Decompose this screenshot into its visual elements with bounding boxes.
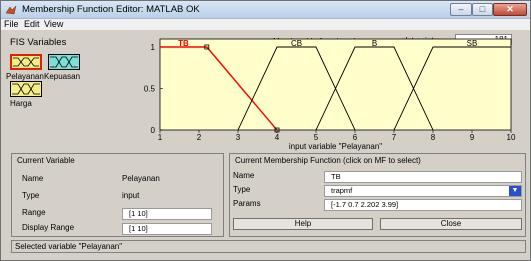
current-variable-panel: Current Variable Name Pelayanan Type inp… [11, 153, 224, 237]
x-tick-label: 9 [470, 133, 475, 142]
display-range-label: Display Range [22, 223, 75, 232]
x-tick-label: 2 [197, 133, 202, 142]
mf-name-input[interactable]: TB [324, 171, 522, 183]
help-button[interactable]: Help [233, 218, 373, 230]
close-button[interactable]: Close [380, 218, 522, 230]
membership-function-plot[interactable]: 1 2 3 4 5 6 7 8 9 10 0 0.5 1 input variable "Pelayana… [1, 1, 531, 151]
mf-type-label: Type [233, 185, 251, 194]
mf-type-select[interactable]: trapmf ▼ [324, 185, 522, 197]
variable-type-label: Type [22, 191, 40, 200]
plot-area [159, 38, 512, 131]
x-tick-label: 8 [431, 133, 436, 142]
x-axis-label: input variable "Pelayanan" [289, 142, 382, 151]
display-range-input[interactable]: [1 10] [122, 223, 212, 235]
chevron-down-icon[interactable]: ▼ [509, 186, 521, 196]
mf-label: TB [178, 39, 189, 48]
x-tick-label: 1 [158, 133, 163, 142]
x-tick-label: 10 [507, 133, 516, 142]
x-tick-label: 3 [236, 133, 241, 142]
range-label: Range [22, 208, 46, 217]
variable-name-label: Name [22, 174, 44, 183]
variable-name-value: Pelayanan [122, 174, 160, 183]
mf-name-label: Name [233, 171, 255, 180]
x-tick-label: 5 [314, 133, 319, 142]
mf-label: CB [291, 39, 302, 48]
range-input[interactable]: [1 10] [122, 208, 212, 220]
mf-params-input[interactable]: [-1.7 0.7 2.202 3.99] [324, 199, 522, 211]
y-tick-label: 0 [151, 126, 156, 135]
mf-label: B [372, 39, 377, 48]
mf-type-value: trapmf [331, 186, 353, 195]
y-tick-label: 1 [151, 43, 156, 52]
variable-type-value: input [122, 191, 140, 200]
mf-label: SB [467, 39, 478, 48]
x-tick-label: 4 [275, 133, 280, 142]
mf-params-label: Params [233, 199, 261, 208]
x-tick-label: 7 [392, 133, 397, 142]
current-mf-panel: Current Membership Function (click on MF… [229, 153, 526, 237]
x-tick-label: 6 [353, 133, 358, 142]
current-variable-heading: Current Variable [17, 156, 75, 165]
y-tick-label: 0.5 [144, 85, 156, 94]
current-mf-heading: Current Membership Function (click on MF… [235, 156, 421, 165]
status-bar: Selected variable "Pelayanan" [11, 240, 526, 253]
mf-editor-window: Membership Function Editor: MATLAB OK – … [0, 0, 531, 261]
